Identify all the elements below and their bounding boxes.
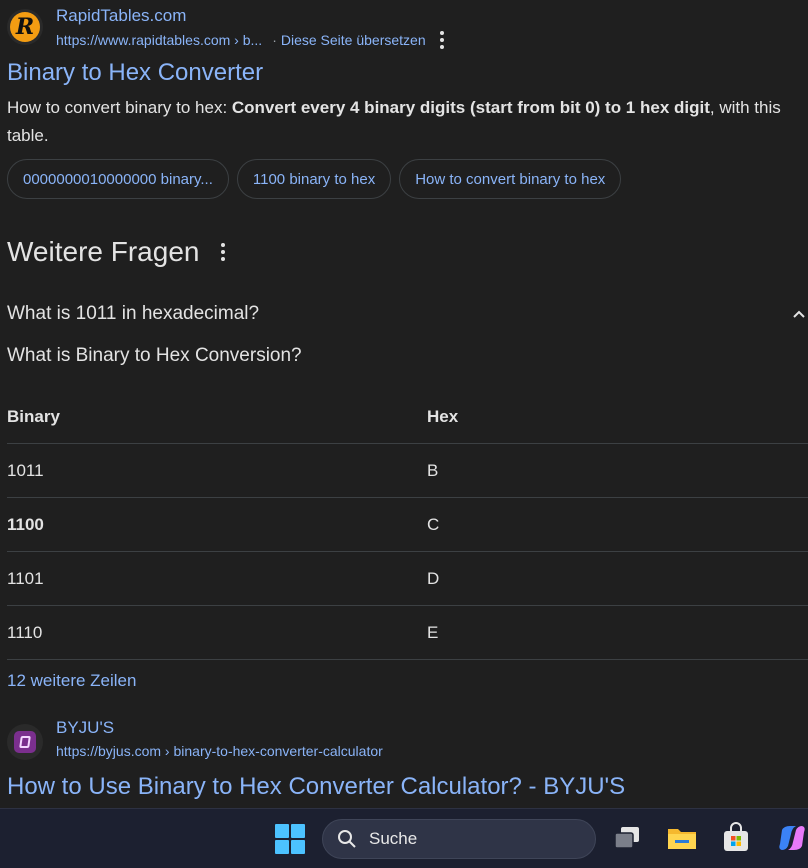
result-source-byjus[interactable]: BYJU'S https://byjus.com › binary-to-hex… <box>7 718 383 760</box>
chevron-up-icon[interactable] <box>792 307 806 321</box>
site-name[interactable]: BYJU'S <box>56 718 383 738</box>
header-hex: Hex <box>427 406 459 426</box>
table-header: Binary Hex <box>7 390 808 444</box>
rapidtables-favicon: R <box>7 9 43 45</box>
paa-heading: Weitere Fragen <box>7 236 200 267</box>
chip-binary-number[interactable]: 0000000010000000 binary... <box>7 159 229 199</box>
snippet-highlight: Convert every 4 binary digits (start fro… <box>231 98 710 117</box>
chip-how-to-convert[interactable]: How to convert binary to hex <box>399 159 622 199</box>
url-separator: · <box>272 32 277 48</box>
hex-cell: C <box>427 514 440 534</box>
search-results: R RapidTables.com https://www.rapidtable… <box>0 0 808 808</box>
paa-question[interactable]: What is 1011 in hexadecimal? <box>7 300 808 328</box>
site-name[interactable]: RapidTables.com <box>56 6 444 26</box>
header-binary: Binary <box>7 406 60 426</box>
copilot-icon[interactable] <box>776 822 808 854</box>
search-label: Suche <box>369 829 418 848</box>
task-view-icon[interactable] <box>611 822 643 854</box>
site-url[interactable]: https://www.rapidtables.com › b... <box>56 32 262 48</box>
site-url[interactable]: https://byjus.com › binary-to-hex-conver… <box>56 743 383 759</box>
browser-page: R RapidTables.com https://www.rapidtable… <box>0 0 808 868</box>
table-row: 1011 B <box>7 444 808 498</box>
hex-cell: D <box>427 568 440 588</box>
answer-heading: What is Binary to Hex Conversion? <box>7 345 302 366</box>
more-options-icon[interactable] <box>439 31 444 49</box>
conversion-table: Binary Hex 1011 B 1100 C 1101 D 1110 E <box>7 390 808 660</box>
snippet-lead: How to convert binary to hex: <box>7 98 232 117</box>
table-row: 1100 C <box>7 498 808 552</box>
table-row: 1101 D <box>7 552 808 606</box>
site-url-row: https://www.rapidtables.com › b... · Die… <box>56 31 444 49</box>
taskbar-search[interactable]: Suche <box>322 819 596 859</box>
translate-link[interactable]: Diese Seite übersetzen <box>281 32 426 48</box>
paa-more-options-icon[interactable] <box>221 243 226 261</box>
windows-start-icon[interactable] <box>275 824 305 854</box>
result-snippet: How to convert binary to hex: Convert ev… <box>7 94 808 150</box>
result-title[interactable]: Binary to Hex Converter <box>7 59 263 87</box>
file-explorer-icon[interactable] <box>666 822 698 854</box>
table-row: 1110 E <box>7 606 808 660</box>
binary-cell: 1100 <box>7 514 44 534</box>
hex-cell: E <box>427 622 439 642</box>
search-icon <box>338 830 356 848</box>
binary-cell: 1101 <box>7 568 44 588</box>
byjus-logo-icon <box>14 731 36 753</box>
result-source[interactable]: R RapidTables.com https://www.rapidtable… <box>7 0 444 56</box>
rapidtables-logo-icon: R <box>10 12 40 42</box>
binary-cell: 1011 <box>7 460 44 480</box>
paa-header: Weitere Fragen <box>7 236 226 268</box>
result-title[interactable]: How to Use Binary to Hex Converter Calcu… <box>7 773 625 801</box>
more-rows-link[interactable]: 12 weitere Zeilen <box>7 671 136 691</box>
chip-1100-binary[interactable]: 1100 binary to hex <box>236 159 392 199</box>
hex-cell: B <box>427 460 439 480</box>
binary-cell: 1110 <box>7 622 43 642</box>
windows-taskbar: Suche <box>0 808 808 868</box>
question-text: What is 1011 in hexadecimal? <box>7 303 260 324</box>
microsoft-store-icon[interactable] <box>720 822 752 854</box>
related-chips: 0000000010000000 binary... 1100 binary t… <box>7 159 622 199</box>
byjus-favicon <box>7 724 43 760</box>
